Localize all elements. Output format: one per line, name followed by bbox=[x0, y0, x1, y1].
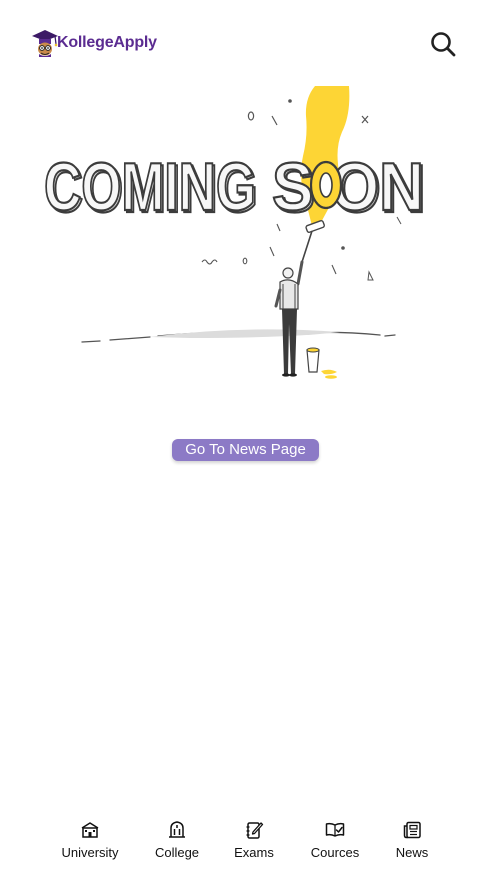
bottom-nav: University College Exams Cources News bbox=[0, 814, 489, 869]
nav-label-courses: Cources bbox=[310, 845, 360, 860]
courses-icon bbox=[325, 822, 345, 837]
nav-item-news[interactable]: News bbox=[372, 820, 452, 861]
coming-soon-illustration: COMING COMING S ON S ON bbox=[43, 86, 427, 379]
nav-label-news: News bbox=[395, 845, 429, 860]
search-button[interactable] bbox=[428, 29, 458, 59]
nav-item-college[interactable]: College bbox=[137, 820, 217, 861]
app-header: KollegeApply bbox=[0, 0, 489, 86]
news-icon bbox=[403, 821, 421, 839]
nav-label-college: College bbox=[154, 845, 200, 860]
go-to-news-button[interactable]: Go To News Page bbox=[172, 439, 319, 461]
svg-text:COMING: COMING bbox=[44, 149, 256, 225]
nav-label-exams: Exams bbox=[234, 845, 274, 860]
search-icon bbox=[431, 32, 456, 57]
exams-icon bbox=[246, 822, 264, 839]
college-icon bbox=[169, 821, 185, 838]
nav-item-courses[interactable]: Cources bbox=[295, 820, 375, 861]
nav-item-exams[interactable]: Exams bbox=[214, 820, 294, 861]
coming-soon-text: COMING COMING S ON S ON bbox=[43, 148, 427, 228]
nav-label-university: University bbox=[61, 845, 119, 860]
university-icon bbox=[81, 822, 99, 838]
logo-text: KollegeApply bbox=[57, 34, 157, 51]
logo[interactable]: KollegeApply bbox=[31, 28, 157, 58]
nav-item-university[interactable]: University bbox=[50, 820, 130, 861]
graduate-mascot-icon bbox=[32, 30, 58, 57]
painter-figure bbox=[274, 260, 304, 377]
ground-shadow bbox=[150, 329, 340, 338]
svg-text:S ON: S ON bbox=[272, 149, 424, 225]
